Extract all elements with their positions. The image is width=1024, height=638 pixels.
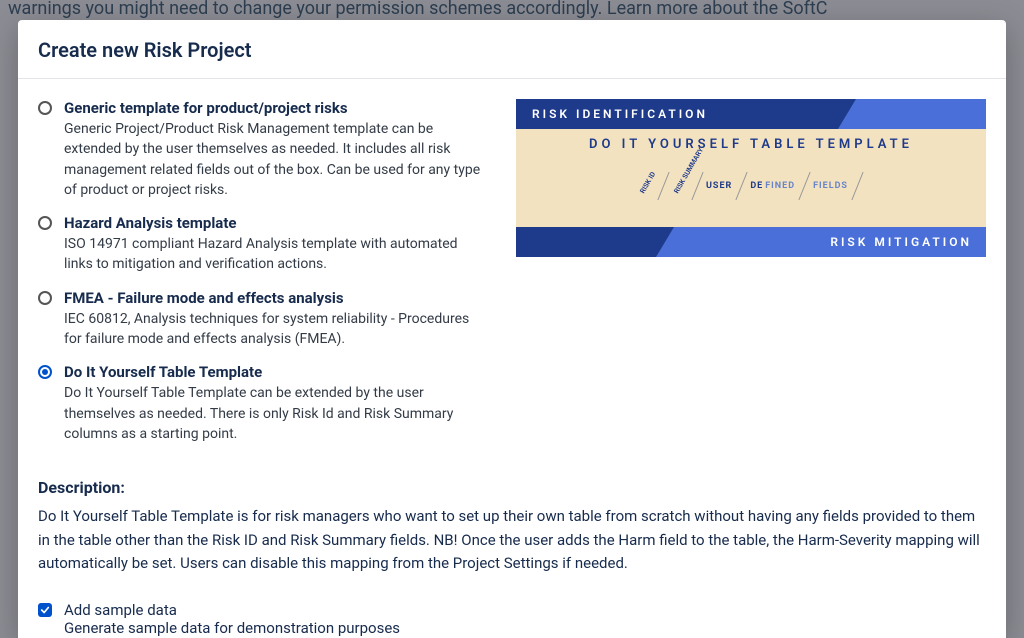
radio-icon: [38, 216, 52, 230]
background-warning-text: warnings you might need to change your p…: [0, 0, 1024, 19]
preview-col-riskid: RISK ID: [639, 177, 654, 195]
preview-col-risksummary: RISK SUMMARY: [673, 177, 688, 195]
modal-body: Generic template for product/project ris…: [18, 79, 1006, 638]
description-text: Do It Yourself Table Template is for ris…: [38, 505, 986, 575]
option-title: Hazard Analysis template: [64, 214, 486, 232]
template-option-hazard[interactable]: Hazard Analysis template ISO 14971 compl…: [38, 214, 486, 275]
option-desc: ISO 14971 compliant Hazard Analysis temp…: [64, 234, 486, 275]
checkbox-icon: [38, 603, 52, 617]
option-desc: Generic Project/Product Risk Management …: [64, 119, 486, 200]
option-title: Do It Yourself Table Template: [64, 363, 486, 381]
add-sample-data-option[interactable]: Add sample data Generate sample data for…: [38, 601, 986, 637]
radio-icon: [38, 101, 52, 115]
modal-header: Create new Risk Project: [18, 20, 1006, 79]
checkmark-icon: [40, 605, 50, 615]
preview-mid-title: DO IT YOURSELF TABLE TEMPLATE: [516, 137, 986, 152]
option-title: Generic template for product/project ris…: [64, 99, 486, 117]
modal-title: Create new Risk Project: [38, 38, 986, 62]
template-preview: RISK IDENTIFICATION DO IT YOURSELF TABLE…: [516, 99, 986, 257]
preview-middle: DO IT YOURSELF TABLE TEMPLATE RISK ID RI…: [516, 129, 986, 227]
radio-icon: [38, 291, 52, 305]
create-risk-project-modal: Create new Risk Project Generic template…: [18, 20, 1006, 638]
option-desc: Do It Yourself Table Template can be ext…: [64, 383, 486, 444]
template-options-list: Generic template for product/project ris…: [38, 99, 486, 458]
preview-bottom-bar: RISK MITIGATION: [516, 227, 986, 257]
radio-icon: [38, 365, 52, 379]
preview-top-bar: RISK IDENTIFICATION: [516, 99, 986, 129]
option-desc: IEC 60812, Analysis techniques for syste…: [64, 309, 486, 350]
option-title: FMEA - Failure mode and effects analysis: [64, 289, 486, 307]
checkbox-desc: Generate sample data for demonstration p…: [64, 619, 986, 637]
checkbox-label: Add sample data: [64, 601, 986, 619]
template-option-diy[interactable]: Do It Yourself Table Template Do It Your…: [38, 363, 486, 444]
template-option-fmea[interactable]: FMEA - Failure mode and effects analysis…: [38, 289, 486, 350]
template-option-generic[interactable]: Generic template for product/project ris…: [38, 99, 486, 200]
description-heading: Description:: [38, 478, 986, 497]
